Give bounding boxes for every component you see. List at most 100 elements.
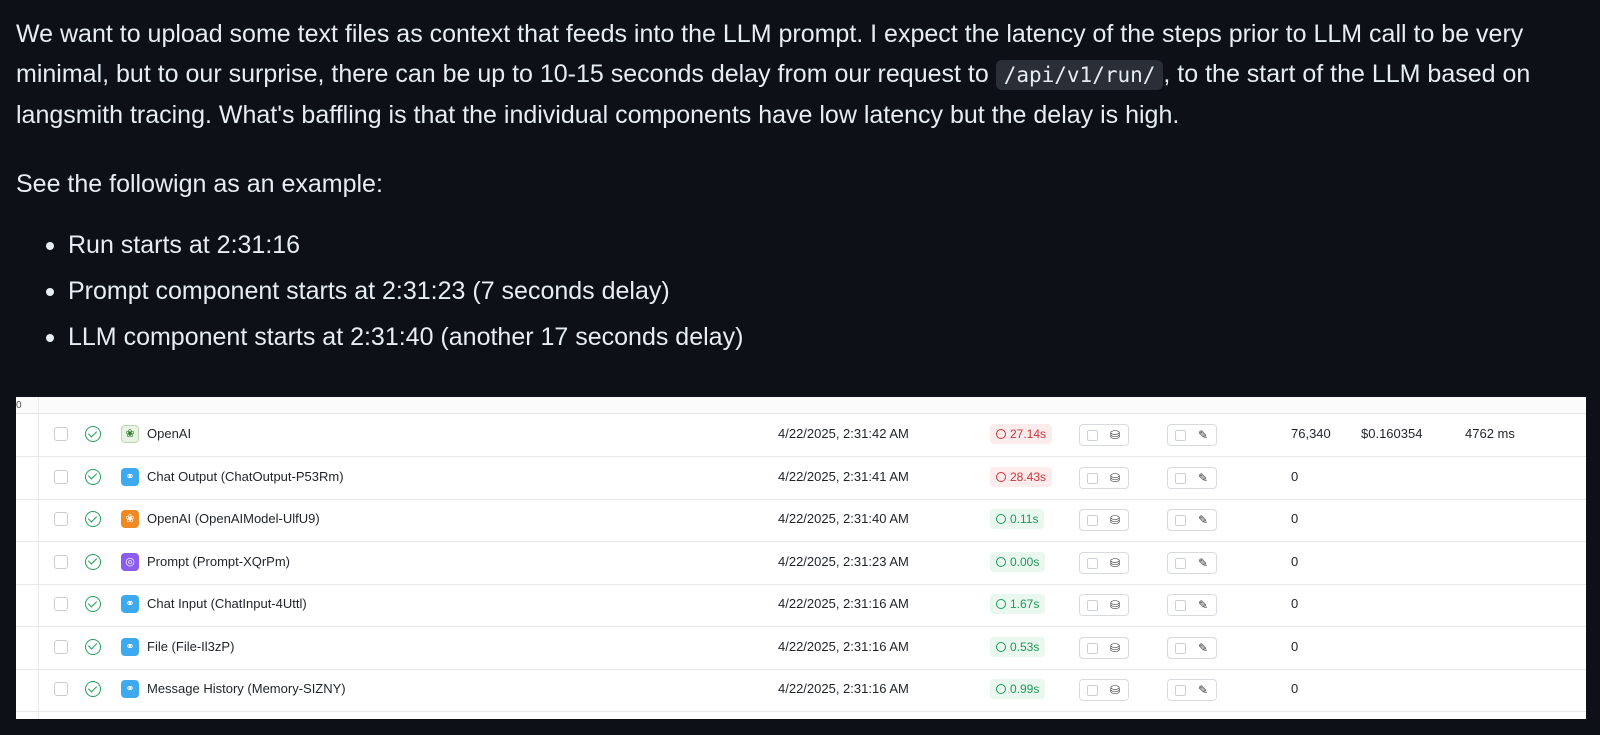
clock-icon (996, 684, 1006, 694)
database-icon: ⛁ (1109, 598, 1120, 612)
clock-icon (996, 599, 1006, 609)
toggle-checkbox[interactable] (1087, 685, 1098, 696)
dataset-toggle[interactable]: ⛁ (1079, 551, 1129, 574)
toggle-checkbox[interactable] (1087, 557, 1098, 569)
latency-badge: 0.11s (990, 509, 1045, 529)
database-icon: ⛁ (1109, 640, 1120, 655)
toggle-checkbox[interactable] (1175, 472, 1186, 484)
database-icon: ⛁ (1109, 683, 1120, 697)
row-checkbox[interactable] (54, 597, 68, 611)
annotate-toggle[interactable]: ✎ (1167, 594, 1217, 616)
toggle-checkbox[interactable] (1175, 430, 1186, 441)
row-checkbox[interactable] (54, 512, 68, 526)
toggle-checkbox[interactable] (1175, 515, 1186, 526)
latency-value: 0.11s (1010, 512, 1039, 526)
pencil-icon: ✎ (1197, 640, 1208, 655)
pencil-icon: ✎ (1197, 555, 1208, 570)
run-name[interactable]: OpenAI (OpenAIModel-UlfU9) (147, 511, 320, 526)
row-checkbox[interactable] (54, 554, 68, 569)
success-check-icon (85, 426, 101, 442)
toggle-checkbox[interactable] (1087, 600, 1098, 611)
run-name[interactable]: Chat Input (ChatInput-4Uttl) (147, 596, 307, 611)
clock-icon (996, 641, 1006, 652)
database-icon: ⛁ (1109, 470, 1120, 485)
annotate-toggle[interactable]: ✎ (1167, 679, 1217, 701)
dataset-toggle[interactable]: ⛁ (1079, 679, 1129, 701)
pencil-icon: ✎ (1197, 470, 1208, 485)
toggle-checkbox[interactable] (1175, 642, 1186, 654)
row-checkbox[interactable] (54, 427, 68, 441)
toggle-checkbox[interactable] (1087, 472, 1098, 484)
table-row[interactable]: ⚭ Chat Output (ChatOutput-P53Rm) 4/22/2025… (16, 456, 1586, 500)
first-token-latency: 4762 ms (1465, 426, 1515, 441)
annotate-toggle[interactable]: ✎ (1167, 466, 1217, 489)
toggle-checkbox[interactable] (1175, 600, 1186, 611)
bullet-dot (46, 242, 54, 250)
timeline-list: Run starts at 2:31:16 Prompt component s… (16, 222, 1586, 360)
database-icon: ⛁ (1109, 428, 1120, 442)
latency-badge: 1.67s (990, 594, 1046, 614)
row-checkbox[interactable] (54, 682, 68, 696)
timeline-item: LLM component starts at 2:31:40 (another… (16, 314, 1586, 360)
dataset-toggle[interactable]: ⛁ (1079, 636, 1129, 659)
toggle-checkbox[interactable] (1175, 685, 1186, 696)
timeline-item-text: Prompt component starts at 2:31:23 (7 se… (68, 277, 670, 305)
pencil-icon: ✎ (1197, 428, 1208, 442)
link-icon: ⚭ (121, 595, 139, 613)
annotate-toggle[interactable]: ✎ (1167, 636, 1217, 659)
run-name[interactable]: File (File-Il3zP) (147, 639, 234, 654)
row-offset-label: 0 (16, 400, 22, 411)
table-row[interactable]: ⚭ File (File-Il3zP) 4/22/2025, 2:31:16 AM 0… (16, 626, 1586, 670)
table-row[interactable]: ❀ OpenAI (OpenAIModel-UlfU9) 4/22/2025, 2:… (16, 498, 1586, 542)
latency-value: 0.99s (1010, 682, 1040, 696)
bullet-dot (46, 288, 54, 296)
run-name[interactable]: Message History (Memory-SIZNY) (147, 681, 346, 696)
annotate-toggle[interactable]: ✎ (1167, 551, 1217, 574)
success-check-icon (85, 596, 101, 612)
post-body: We want to upload some text files as con… (16, 14, 1586, 360)
latency-value: 0.00s (1010, 554, 1040, 569)
table-row[interactable]: ❀ OpenAI 4/22/2025, 2:31:42 AM 27.14s ⛁ ✎ 76,3… (16, 413, 1586, 457)
latency-badge: 0.00s (990, 551, 1046, 572)
timeline-item: Prompt component starts at 2:31:23 (7 se… (16, 268, 1586, 314)
prompt-icon: ◎ (121, 552, 139, 571)
success-check-icon (85, 511, 101, 527)
toggle-checkbox[interactable] (1087, 515, 1098, 526)
clock-icon (996, 514, 1006, 524)
row-checkbox[interactable] (54, 639, 68, 654)
dataset-toggle[interactable]: ⛁ (1079, 466, 1129, 489)
run-name[interactable]: Chat Output (ChatOutput-P53Rm) (147, 469, 344, 484)
annotate-toggle[interactable]: ✎ (1167, 424, 1217, 446)
start-time: 4/22/2025, 2:31:16 AM (778, 596, 909, 611)
link-icon: ⚭ (121, 680, 139, 698)
latency-value: 28.43s (1010, 469, 1047, 484)
table-row[interactable]: ⚭ Message History (Memory-SIZNY) 4/22/2025… (16, 668, 1586, 712)
row-checkbox[interactable] (54, 469, 68, 484)
token-count: 0 (1291, 596, 1299, 611)
dataset-toggle[interactable]: ⛁ (1079, 424, 1129, 446)
toggle-checkbox[interactable] (1087, 430, 1098, 441)
database-icon: ⛁ (1109, 555, 1120, 570)
timeline-item-text: Run starts at 2:31:16 (68, 231, 301, 259)
toggle-checkbox[interactable] (1087, 642, 1098, 654)
dataset-toggle[interactable]: ⛁ (1079, 509, 1129, 531)
token-count: 0 (1291, 468, 1299, 484)
dataset-toggle[interactable]: ⛁ (1079, 594, 1129, 616)
run-name[interactable]: OpenAI (147, 426, 191, 441)
example-heading: See the followign as an example: (16, 170, 383, 198)
success-check-icon (85, 468, 101, 485)
toggle-checkbox[interactable] (1175, 557, 1186, 569)
success-check-icon (85, 553, 101, 570)
table-row[interactable]: ◎ Prompt (Prompt-XQrPm) 4/22/2025, 2:31:23… (16, 541, 1586, 585)
clock-icon (996, 471, 1006, 482)
token-count: 0 (1291, 511, 1299, 526)
latency-badge: 27.14s (990, 424, 1053, 444)
table-top-strip (16, 397, 1586, 414)
token-count: 76,340 (1291, 426, 1331, 441)
start-time: 4/22/2025, 2:31:16 AM (778, 681, 909, 696)
annotate-toggle[interactable]: ✎ (1167, 509, 1217, 531)
timeline-item: Run starts at 2:31:16 (16, 222, 1586, 268)
api-endpoint-code: /api/v1/run/ (995, 60, 1164, 90)
table-row[interactable]: ⚭ Chat Input (ChatInput-4Uttl) 4/22/2025, … (16, 583, 1586, 627)
run-name[interactable]: Prompt (Prompt-XQrPm) (147, 554, 290, 569)
